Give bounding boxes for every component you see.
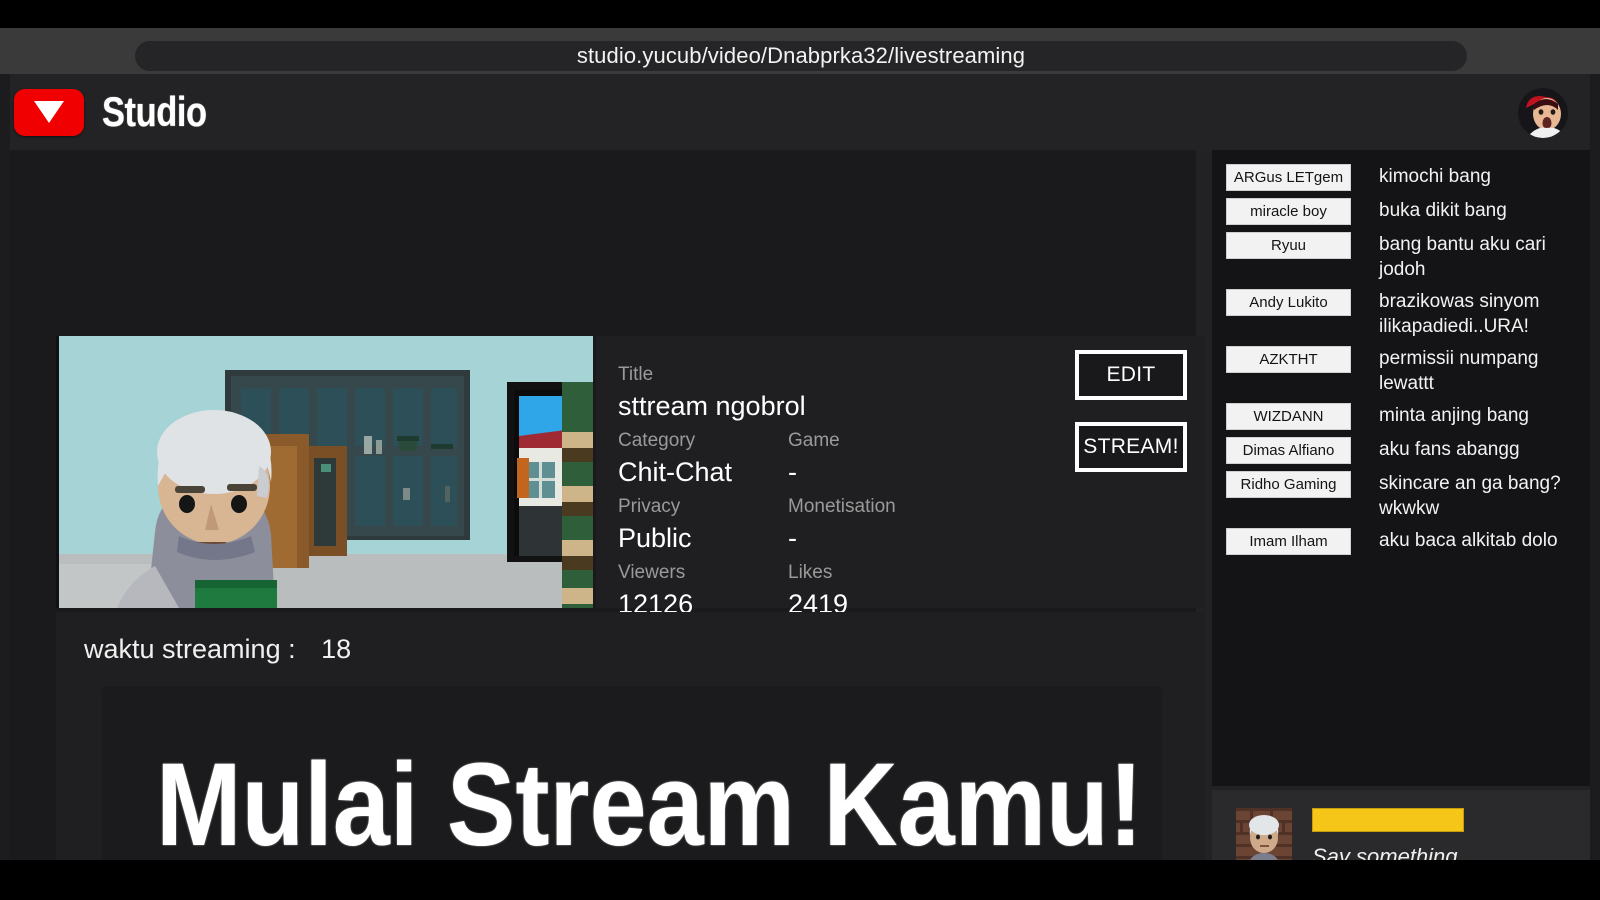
chat-message-list[interactable]: ARGus LETgem kimochi bang miracle boy buka … (1212, 150, 1590, 786)
youtube-play-triangle-icon (14, 88, 84, 136)
chat-message-text: brazikowas sinyom ilikapadiedi..URA! (1379, 291, 1540, 337)
game-value: - (788, 457, 797, 487)
chat-message-username[interactable]: Ridho Gaming (1226, 471, 1351, 498)
monetisation-value: - (788, 523, 797, 553)
start-stream-cta-text: Mulai Stream Kamu! (156, 739, 1143, 871)
chat-message-username[interactable]: AZKTHT (1226, 346, 1351, 373)
live-chat-column: ARGus LETgem kimochi bang miracle boy buka … (1212, 150, 1590, 900)
chat-message-username[interactable]: Dimas Alfiano (1226, 437, 1351, 464)
privacy-value: Public (618, 523, 692, 553)
stream-duration-value: 18 (321, 634, 352, 664)
stream-status-panel: waktu streaming : 18 Mulai Stream Kamu! (56, 612, 1206, 900)
privacy-label: Privacy (618, 496, 681, 517)
chat-message-text: kimochi bang (1379, 166, 1491, 187)
chat-message-username[interactable]: WIZDANN (1226, 403, 1351, 430)
meta-row-privacy: Privacy Monetisation (618, 494, 1178, 520)
app-header: Studio (10, 74, 1590, 150)
stream-button[interactable]: STREAM! (1075, 422, 1187, 472)
chat-message-username[interactable]: Andy Lukito (1226, 289, 1351, 316)
chat-message-username[interactable]: Ryuu (1226, 232, 1351, 259)
chat-message-row: Ryuu bang bantu aku cari jodoh (1212, 232, 1590, 282)
chat-message-text: buka dikit bang (1379, 200, 1507, 221)
stream-action-buttons: EDIT STREAM! (1075, 350, 1187, 494)
letterbox-bottom (0, 860, 1600, 900)
meta-row-viewers: Viewers Likes (618, 560, 1178, 586)
chat-message-text: aku baca alkitab dolo (1379, 530, 1558, 551)
likes-label: Likes (788, 562, 833, 583)
chat-message-row: Imam Ilham aku baca alkitab dolo (1212, 528, 1590, 555)
chat-user-avatar (1236, 808, 1292, 864)
monetisation-label: Monetisation (788, 496, 896, 517)
studio-logo[interactable]: Studio (14, 88, 230, 136)
game-scene-illustration (59, 336, 593, 608)
url-bar[interactable]: studio.yucub/video/Dnabprka32/livestream… (135, 41, 1467, 71)
user-avatar-photo (1518, 88, 1568, 138)
chat-message-text: permissii numpang lewattt (1379, 348, 1539, 394)
chat-message-text: aku fans abangg (1379, 439, 1520, 460)
chat-message-row: WIZDANN minta anjing bang (1212, 403, 1590, 430)
stream-video-thumbnail[interactable] (56, 336, 593, 608)
url-text: studio.yucub/video/Dnabprka32/livestream… (576, 43, 1026, 68)
chat-message-text: bang bantu aku cari jodoh (1379, 234, 1546, 280)
app-left-edge (0, 74, 10, 860)
chat-message-row: ARGus LETgem kimochi bang (1212, 164, 1590, 191)
edit-button[interactable]: EDIT (1075, 350, 1187, 400)
chat-message-text: minta anjing bang (1379, 405, 1529, 426)
main-content-column: Title sttream ngobrol Category Game Chit… (10, 150, 1206, 900)
user-avatar-photo (1236, 808, 1292, 864)
chat-message-row: Ridho Gaming skincare an ga bang? wkwkw (1212, 471, 1590, 521)
chat-message-row: AZKTHT permissii numpang lewattt (1212, 346, 1590, 396)
app-right-edge (1590, 74, 1600, 860)
chat-message-row: miracle boy buka dikit bang (1212, 198, 1590, 225)
chat-message-username[interactable]: Imam Ilham (1226, 528, 1351, 555)
chat-message-row: Dimas Alfiano aku fans abangg (1212, 437, 1590, 464)
category-label: Category (618, 430, 696, 451)
chat-message-row: Andy Lukito brazikowas sinyom ilikapadied… (1212, 289, 1590, 339)
stream-duration: waktu streaming : 18 (84, 634, 351, 665)
category-value: Chit-Chat (618, 457, 733, 487)
chat-message-username[interactable]: ARGus LETgem (1226, 164, 1351, 191)
game-label: Game (788, 430, 840, 451)
app-viewport: Studio Title sttream ngobrol Category Ga… (0, 74, 1600, 900)
brand-title: Studio (102, 88, 207, 135)
viewers-label: Viewers (618, 562, 686, 583)
stream-duration-label: waktu streaming : (84, 634, 296, 664)
chat-message-text: skincare an ga bang? wkwkw (1379, 473, 1561, 519)
screen-root: studio.yucub/video/Dnabprka32/livestream… (0, 0, 1600, 900)
chat-name-tag[interactable] (1312, 808, 1464, 832)
avatar[interactable] (1518, 88, 1568, 138)
letterbox-top (0, 0, 1600, 28)
chat-message-username[interactable]: miracle boy (1226, 198, 1351, 225)
